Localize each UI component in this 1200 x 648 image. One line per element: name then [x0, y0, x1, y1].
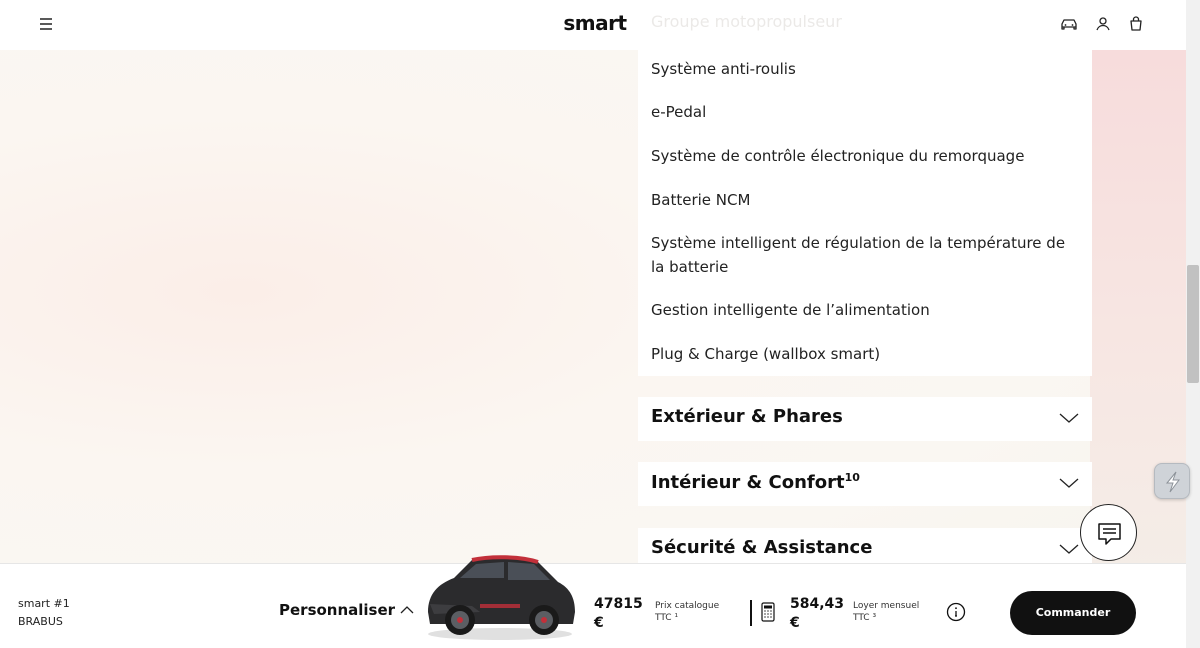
faded-section-heading: Groupe motopropulseur	[651, 12, 842, 31]
accordion-title: Sécurité & Assistance	[651, 537, 873, 558]
accordion-exterior[interactable]: Extérieur & Phares	[638, 397, 1092, 441]
model-variant: BRABUS	[18, 615, 63, 628]
chevron-up-icon	[400, 606, 414, 614]
feature-item: Gestion intelligente de l’alimentation	[651, 301, 930, 319]
chat-icon	[1098, 523, 1121, 545]
chevron-down-icon[interactable]	[1058, 475, 1080, 491]
feature-item: Système anti-roulis	[651, 60, 796, 78]
monthly-price-label: Loyer mensuel TTC ³	[853, 601, 920, 623]
accordion-interior[interactable]: Intérieur & Confort10	[638, 462, 1092, 506]
chat-button[interactable]	[1080, 504, 1137, 561]
feature-item: e-Pedal	[651, 103, 707, 121]
accordion-title: Extérieur & Phares	[651, 406, 843, 427]
feature-list-panel: Système anti-roulis e-Pedal Système de c…	[638, 50, 1092, 376]
price-divider	[750, 600, 752, 626]
bottom-summary-bar: smart #1 BRABUS Personnaliser 47815 € Pr…	[0, 555, 1186, 648]
catalog-price-label: Prix catalogue TTC ¹	[655, 601, 720, 623]
feature-item: Système de contrôle électronique du remo…	[651, 147, 1025, 165]
user-icon[interactable]	[1093, 14, 1113, 34]
chevron-down-icon[interactable]	[1058, 541, 1080, 557]
shopping-bag-icon[interactable]	[1126, 14, 1146, 34]
order-button[interactable]: Commander	[1010, 591, 1136, 635]
catalog-price: 47815 €	[594, 596, 643, 631]
scrollbar-thumb[interactable]	[1187, 265, 1199, 383]
footnote-marker: 10	[844, 471, 860, 484]
top-header: smart	[0, 0, 1186, 50]
feature-item: Système intelligent de régulation de la …	[651, 234, 1066, 276]
lightning-icon	[1165, 471, 1180, 493]
brand-logo[interactable]: smart	[560, 11, 630, 37]
car-icon[interactable]	[1059, 14, 1079, 34]
feature-item: Batterie NCM	[651, 191, 751, 209]
car-image	[428, 555, 575, 640]
accordion-title: Intérieur & Confort10	[651, 471, 860, 493]
personaliser-label: Personnaliser	[279, 601, 396, 619]
chevron-down-icon[interactable]	[1058, 410, 1080, 426]
calculator-icon	[761, 602, 775, 626]
personaliser-toggle[interactable]: Personnaliser	[279, 601, 414, 619]
info-icon[interactable]	[946, 602, 966, 626]
hamburger-menu-icon[interactable]	[36, 14, 56, 34]
monthly-price: 584,43 €	[790, 596, 845, 631]
model-name: smart #1	[18, 597, 70, 610]
floating-widget-button[interactable]	[1154, 463, 1190, 499]
accordion-safety[interactable]: Sécurité & Assistance	[638, 528, 1092, 564]
feature-item: Plug & Charge (wallbox smart)	[651, 345, 881, 363]
